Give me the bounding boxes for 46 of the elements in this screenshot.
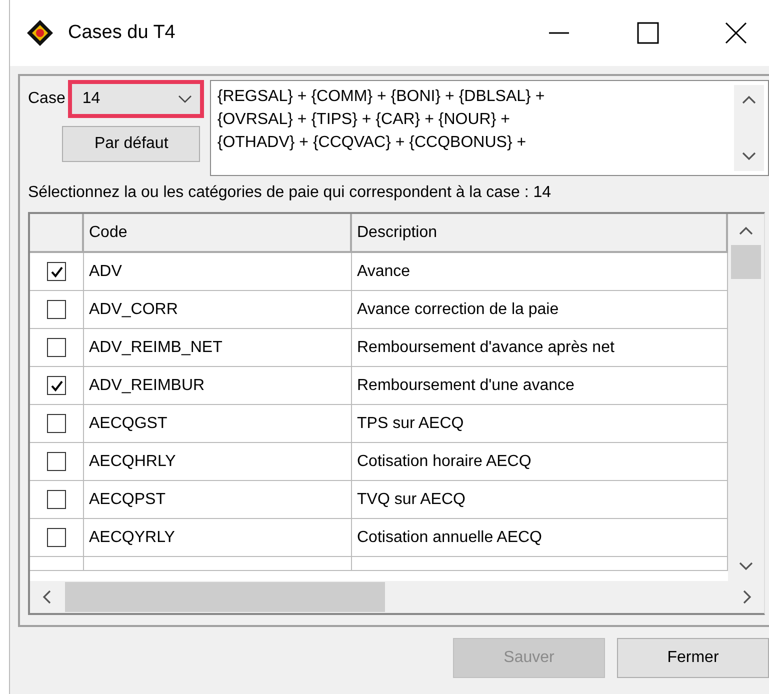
table-cell: ADV_REIMBUR xyxy=(84,367,352,405)
chevron-down-icon xyxy=(178,95,192,103)
scrollbar-thumb[interactable] xyxy=(65,582,385,612)
window-title: Cases du T4 xyxy=(68,22,176,44)
scrollbar-thumb[interactable] xyxy=(731,245,761,279)
scroll-up-icon[interactable] xyxy=(739,226,753,235)
case-dropdown[interactable]: 14 xyxy=(68,80,204,118)
row-checkbox[interactable] xyxy=(47,452,66,471)
row-checkbox[interactable] xyxy=(47,300,66,319)
table-cell: ADV_REIMB_NET xyxy=(84,329,352,367)
table-cell: ADV xyxy=(84,253,352,291)
table-cell: TPS sur AECQ xyxy=(352,405,728,443)
default-button[interactable]: Par défaut xyxy=(62,126,200,162)
column-header[interactable]: Code xyxy=(84,214,352,253)
scroll-left-icon[interactable] xyxy=(42,590,51,604)
table-cell: AECQHRLY xyxy=(84,443,352,481)
row-checkbox[interactable] xyxy=(47,528,66,547)
table-cell: AECQYRLY xyxy=(84,519,352,557)
table-cell: Cotisation horaire AECQ xyxy=(352,443,728,481)
scroll-up-icon[interactable] xyxy=(742,95,756,104)
formula-field[interactable]: {REGSAL} + {COMM} + {BONI} + {DBLSAL} + {OVRSAL} + {TIPS} + {CAR} + {NOUR} + {OTHADV} + {CCQVAC} + {CCQBONUS} + xyxy=(210,80,769,176)
table-cell: Avance correction de la paie xyxy=(352,291,728,329)
table-cell: AECQGST xyxy=(84,405,352,443)
table-cell: ADV_CORR xyxy=(84,291,352,329)
maximize-icon[interactable] xyxy=(637,22,659,44)
dialog-button[interactable]: Fermer xyxy=(617,638,769,678)
row-checkbox[interactable] xyxy=(47,414,66,433)
scroll-right-icon[interactable] xyxy=(743,590,752,604)
column-header[interactable]: Description xyxy=(352,214,728,253)
table-cell: Cotisation annuelle AECQ xyxy=(352,519,728,557)
row-checkbox[interactable] xyxy=(47,376,66,395)
table-cell: AECQPST xyxy=(84,481,352,519)
case-label: Case xyxy=(28,90,66,108)
close-icon[interactable] xyxy=(725,22,747,44)
column-header xyxy=(30,214,84,253)
table-cell: Remboursement d'avance après net xyxy=(352,329,728,367)
row-checkbox[interactable] xyxy=(47,338,66,357)
table-cell: TVQ sur AECQ xyxy=(352,481,728,519)
scroll-down-icon[interactable] xyxy=(742,152,756,161)
row-checkbox[interactable] xyxy=(47,490,66,509)
table-cell: Avance xyxy=(352,253,728,291)
app-logo-icon xyxy=(26,19,54,47)
row-checkbox[interactable] xyxy=(47,262,66,281)
instruction-text: Sélectionnez la ou les catégories de paie qui correspondent à la case : 14 xyxy=(28,183,552,203)
scroll-down-icon[interactable] xyxy=(739,562,753,571)
table-cell: Remboursement d'une avance xyxy=(352,367,728,405)
